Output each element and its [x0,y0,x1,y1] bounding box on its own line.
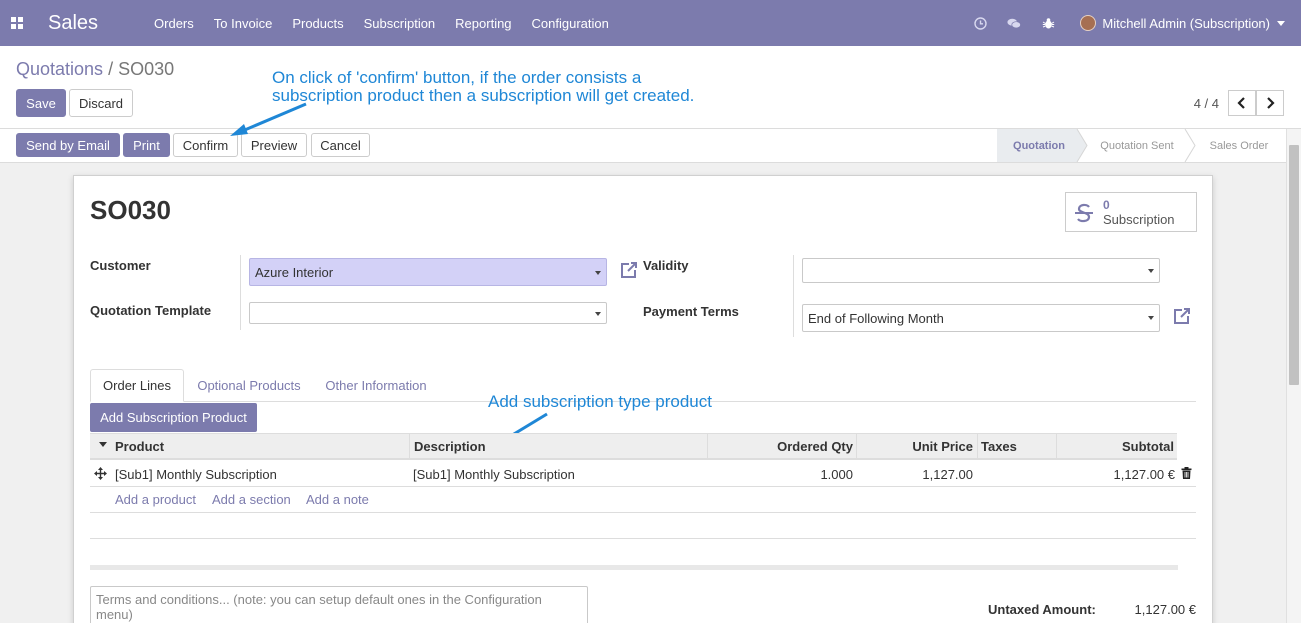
add-product-link[interactable]: Add a product [115,492,196,507]
menu-orders[interactable]: Orders [154,16,194,31]
subscription-count: 0 [1103,198,1110,212]
terms-textarea[interactable]: Terms and conditions... (note: you can s… [90,586,588,623]
confirm-annotation-line1: On click of 'confirm' button, if the ord… [272,68,642,87]
column-unit-price[interactable]: Unit Price [856,433,973,459]
chevron-left-icon [1237,97,1245,109]
subscription-label: Subscription [1103,212,1175,227]
customer-label: Customer [90,258,151,273]
annotation-arrow-icon [230,102,307,136]
add-note-link[interactable]: Add a note [306,492,369,507]
scrollbar-thumb[interactable] [1289,145,1299,385]
quotation-template-field[interactable] [249,302,607,324]
column-ordered-qty[interactable]: Ordered Qty [707,433,853,459]
column-product[interactable]: Product [115,433,164,459]
chevron-down-icon[interactable] [595,312,601,316]
tab-optional-products[interactable]: Optional Products [188,369,310,402]
payment-terms-field[interactable]: End of Following Month [802,304,1160,332]
subscription-smart-button[interactable]: 0 Subscription [1065,192,1197,232]
confirm-annotation-line2: subscription product then a subscription… [272,86,695,105]
drag-handle-icon[interactable] [94,467,107,480]
scrollbar[interactable] [1286,129,1301,623]
apps-menu-icon[interactable] [11,17,23,29]
breadcrumb-current: SO030 [118,59,175,79]
send-by-email-button[interactable]: Send by Email [16,133,120,157]
print-button[interactable]: Print [123,133,170,157]
payment-terms-value: End of Following Month [808,310,944,326]
row-subtotal: 1,127.00 € [1113,466,1175,482]
menu-configuration[interactable]: Configuration [532,16,609,31]
order-name: SO030 [90,195,171,225]
pager-value: 4 / 4 [1193,96,1219,111]
user-name[interactable]: Mitchell Admin (Subscription) [1102,16,1270,31]
statusbar: Quotation Quotation Sent Sales Order [997,129,1286,162]
row-divider [90,538,1196,539]
trash-icon[interactable] [1181,467,1192,479]
tab-other-information[interactable]: Other Information [314,369,438,402]
column-separator [977,433,978,460]
row-divider [90,486,1196,487]
external-link-icon[interactable] [1172,307,1191,326]
field-separator [240,255,241,330]
save-button[interactable]: Save [16,89,66,117]
breadcrumb: Quotations / SO030 [16,59,174,80]
clock-icon[interactable] [973,16,987,30]
breadcrumb-quotations[interactable]: Quotations [16,59,103,79]
table-footer [90,565,1178,570]
avatar[interactable] [1080,15,1097,31]
column-taxes[interactable]: Taxes [981,433,1017,459]
pager-next-button[interactable] [1256,90,1284,116]
pager-previous-button[interactable] [1228,90,1256,116]
stage-sales-order[interactable]: Sales Order [1197,129,1281,162]
chevron-down-icon[interactable] [1148,316,1154,320]
stage-quotation[interactable]: Quotation [997,129,1081,162]
column-subtotal[interactable]: Subtotal [1056,433,1174,459]
untaxed-amount-value: 1,127.00 € [1134,602,1196,617]
cancel-button[interactable]: Cancel [311,133,370,157]
row-ordered-qty[interactable]: 1.000 [707,462,853,486]
stage-quotation-sent[interactable]: Quotation Sent [1089,129,1185,162]
caret-down-icon[interactable] [99,442,107,447]
menu-subscription[interactable]: Subscription [364,16,436,31]
subscription-icon [1075,203,1093,223]
chevron-down-icon[interactable] [1277,20,1285,26]
chat-icon[interactable] [1007,16,1022,30]
row-divider [90,512,1196,513]
menu-to-invoice[interactable]: To Invoice [214,16,273,31]
payment-terms-label: Payment Terms [643,304,739,319]
customer-field[interactable]: Azure Interior [249,258,607,286]
field-separator [793,255,794,337]
menu-products[interactable]: Products [292,16,343,31]
chevron-right-icon [1267,97,1275,109]
product-annotation: Add subscription type product [488,392,712,411]
discard-button[interactable]: Discard [69,89,133,117]
validity-field[interactable] [802,258,1160,283]
untaxed-amount-label: Untaxed Amount: [988,602,1096,617]
app-name: Sales [48,11,99,34]
column-description[interactable]: Description [414,433,486,459]
row-description[interactable]: [Sub1] Monthly Subscription [413,462,575,486]
row-product[interactable]: [Sub1] Monthly Subscription [115,462,277,486]
column-separator [409,433,410,460]
row-unit-price[interactable]: 1,127.00 [856,462,973,486]
top-navbar: Sales Orders To Invoice Products Subscri… [0,0,1301,46]
bug-icon[interactable] [1041,16,1055,30]
quotation-template-label: Quotation Template [90,303,212,318]
add-section-link[interactable]: Add a section [212,492,291,507]
chevron-down-icon[interactable] [1148,269,1154,273]
validity-label: Validity [643,258,689,273]
tab-order-lines[interactable]: Order Lines [90,369,184,402]
add-subscription-product-button[interactable]: Add Subscription Product [90,403,257,432]
chevron-down-icon[interactable] [595,271,601,275]
menu-reporting[interactable]: Reporting [455,16,511,31]
breadcrumb-separator: / [103,59,119,79]
external-link-icon[interactable] [619,261,638,280]
customer-value: Azure Interior [255,264,334,280]
